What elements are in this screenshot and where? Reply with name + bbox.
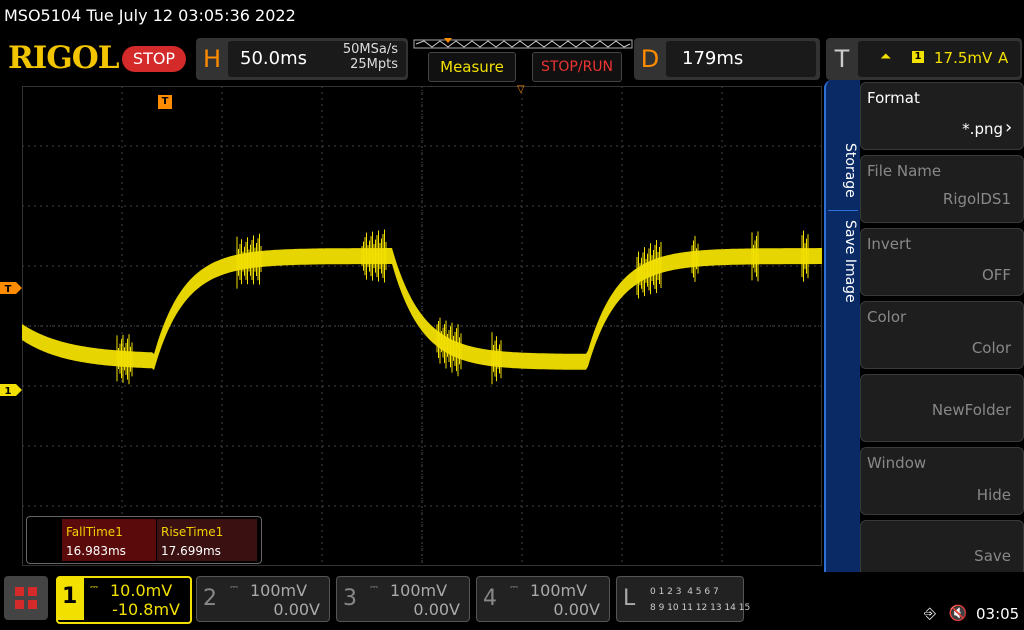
memory-overview-bar — [413, 38, 633, 49]
trigger-mode: A — [998, 49, 1009, 67]
fall-time-measurement[interactable]: FallTime1 16.983ms — [62, 519, 156, 561]
main-menu-button[interactable] — [4, 576, 48, 620]
menu-item-label: Color — [867, 308, 907, 326]
menu-item-value: Hide — [976, 486, 1011, 504]
logic-channels-row-2: 8 9 10 11 12 13 14 15 — [650, 603, 751, 613]
logic-channels-row-1: 0 1 2 3 4 5 6 7 — [650, 587, 719, 597]
menu-item-window[interactable]: Window Hide — [860, 447, 1024, 515]
menu-item-format[interactable]: Format *.png › — [860, 82, 1024, 150]
menu-item-label: Invert — [867, 235, 912, 253]
dc-coupling-icon: ⎓ — [90, 582, 98, 593]
channel-3-number: 3 — [343, 586, 357, 611]
menu-item-value: Save — [974, 547, 1011, 565]
delay-label: D — [636, 41, 664, 77]
channel-1-offset: -10.8mV — [112, 600, 180, 619]
center-position-icon: ▽ — [517, 84, 525, 95]
side-menu-tabs: Storage Save Image — [824, 80, 860, 592]
grid-menu-icon — [15, 587, 37, 609]
memory-depth: 25Mpts — [350, 57, 398, 72]
menu-item-label: File Name — [867, 162, 942, 180]
speaker-muted-icon[interactable]: 🔇 — [949, 604, 968, 622]
instrument-title: MSO5104 Tue July 12 03:05:36 2022 — [4, 6, 296, 25]
trigger-level-marker-label: T — [5, 284, 12, 294]
channel-1-scale: 10.0mV — [110, 581, 173, 600]
channel-3-scale: 100mV — [390, 581, 448, 600]
ch1-trace-band — [22, 248, 822, 370]
stop-run-button[interactable]: STOP/RUN — [532, 52, 622, 82]
trigger-source-badge: 1 — [912, 51, 924, 63]
trigger-label: T — [828, 41, 856, 77]
logic-label: L — [623, 586, 636, 611]
channel-2-offset: 0.00V — [273, 600, 320, 619]
channel-3-offset: 0.00V — [413, 600, 460, 619]
menu-item-value: Color — [971, 339, 1011, 357]
dc-coupling-icon: ⎓ — [230, 582, 238, 593]
menu-item-invert[interactable]: Invert OFF — [860, 228, 1024, 296]
usb-icon: ⎆ — [924, 604, 937, 622]
ch1-offset-marker[interactable]: 1 — [0, 384, 22, 396]
measurement-value: 16.983ms — [66, 544, 126, 558]
channel-1-number: 1 — [62, 584, 78, 609]
measurement-label: FallTime1 — [66, 525, 123, 539]
trigger-level-marker[interactable]: T — [0, 282, 22, 294]
ch1-waveform-trace — [22, 229, 822, 385]
ch1-offset-marker-label: 1 — [5, 386, 12, 396]
clock: 03:05 — [976, 605, 1020, 623]
menu-item-value: NewFolder — [931, 401, 1011, 419]
channel-4-scale: 100mV — [530, 581, 588, 600]
channel-2-number: 2 — [203, 586, 217, 611]
measurement-label: RiseTime1 — [161, 525, 224, 539]
channel-4-number: 4 — [483, 586, 497, 611]
menu-item-new-folder[interactable]: NewFolder — [860, 374, 1024, 442]
menu-item-label: Format — [867, 89, 920, 107]
channel-2-scale: 100mV — [250, 581, 308, 600]
measurement-value: 17.699ms — [161, 544, 221, 558]
trigger-level: 17.5mV — [934, 49, 993, 67]
rising-edge-icon: ⏶ — [880, 49, 892, 65]
menu-item-color[interactable]: Color Color — [860, 301, 1024, 369]
sample-rate: 50MSa/s — [342, 42, 398, 57]
dc-coupling-icon: ⎓ — [370, 582, 378, 593]
timebase-value: 50.0ms — [240, 48, 307, 69]
rise-time-measurement[interactable]: RiseTime1 17.699ms — [157, 519, 257, 561]
measure-button[interactable]: Measure — [428, 52, 516, 82]
chevron-right-icon: › — [1005, 117, 1013, 138]
channel-4-offset: 0.00V — [553, 600, 600, 619]
delay-value: 179ms — [682, 48, 744, 69]
menu-item-value: *.png — [962, 120, 1003, 138]
menu-item-value: OFF — [981, 266, 1011, 284]
menu-item-value: RigolDS1 — [942, 190, 1011, 208]
status-icons: ⎆ 🔇 — [924, 604, 967, 622]
menu-item-label: Window — [867, 454, 927, 472]
rigol-logo: RIGOL — [8, 40, 120, 76]
run-state-badge: STOP — [122, 46, 186, 72]
horizontal-label: H — [198, 41, 226, 77]
trigger-position-marker[interactable]: T — [158, 95, 172, 109]
tab-save-image[interactable]: Save Image — [828, 210, 858, 311]
menu-item-file-name[interactable]: File Name RigolDS1 — [860, 155, 1024, 223]
dc-coupling-icon: ⎓ — [510, 582, 518, 593]
